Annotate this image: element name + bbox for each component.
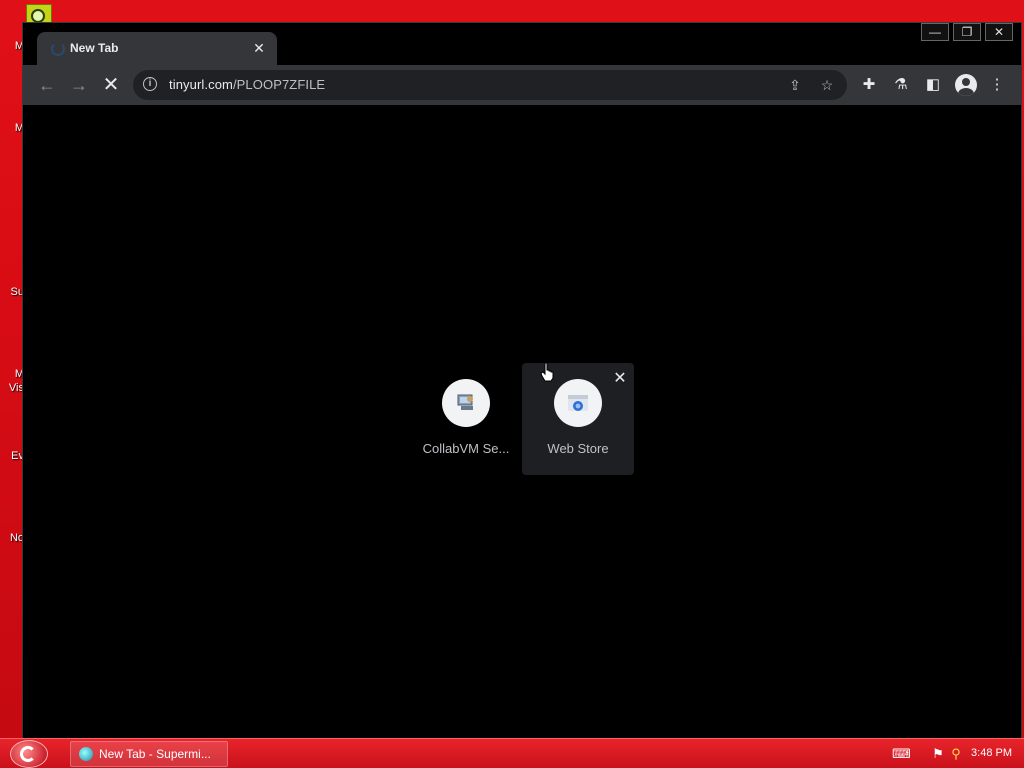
new-tab-page: CollabVM Se... Web Store ✕ — [23, 105, 1021, 739]
url-path: /PLOOP7ZFILE — [232, 77, 326, 92]
hand-cursor-icon — [540, 362, 554, 382]
collabvm-icon — [442, 379, 490, 427]
back-button[interactable]: ← — [35, 73, 59, 97]
shortcut-label: CollabVM Se... — [422, 441, 510, 456]
bookmark-star-icon[interactable]: ☆ — [817, 75, 837, 95]
clock[interactable]: 3:48 PM — [971, 747, 1012, 759]
keyboard-icon[interactable]: ⌨ — [892, 746, 911, 762]
forward-button[interactable]: → — [67, 73, 91, 97]
stop-loading-button[interactable]: ✕ — [99, 73, 123, 97]
menu-kebab-icon[interactable]: ⋮ — [986, 74, 1008, 96]
desktop-icon-label[interactable]: M — [0, 122, 24, 134]
minimize-button[interactable]: — — [921, 23, 949, 41]
search-icon[interactable]: ⚲ — [948, 746, 964, 762]
browser-window: New Tab ✕ — ❐ ✕ ← → ✕ i tinyurl.com/PLOO… — [22, 22, 1022, 740]
network-icon[interactable]: ⚑ — [930, 746, 946, 762]
extensions-puzzle-icon[interactable]: ✚ — [858, 74, 880, 96]
tab-close-button[interactable]: ✕ — [249, 38, 269, 58]
close-window-button[interactable]: ✕ — [985, 23, 1013, 41]
share-icon[interactable]: ⇪ — [785, 75, 805, 95]
site-info-icon[interactable]: i — [143, 77, 157, 91]
shortcut-tile-web-store[interactable]: Web Store ✕ — [522, 363, 634, 475]
desktop-icon-label[interactable]: M — [0, 368, 24, 380]
tab-new-tab[interactable]: New Tab ✕ — [37, 32, 277, 65]
desktop-icon-label[interactable]: Su — [0, 286, 24, 298]
maximize-button[interactable]: ❐ — [953, 23, 981, 41]
remove-shortcut-close-icon[interactable]: ✕ — [610, 369, 630, 389]
desktop-icon-label[interactable]: Ev — [0, 450, 24, 462]
web-store-icon — [554, 379, 602, 427]
shortcut-label: Web Store — [547, 441, 609, 456]
labs-flask-icon[interactable]: ⚗ — [890, 74, 912, 96]
desktop-icon-label[interactable]: Vis — [0, 382, 24, 394]
side-panel-icon[interactable]: ◧ — [922, 74, 944, 96]
taskbar-item-label: New Tab - Supermi... — [99, 747, 211, 761]
browser-globe-icon — [79, 747, 93, 761]
title-bar: New Tab ✕ — ❐ ✕ — [23, 23, 1021, 65]
window-controls: — ❐ ✕ — [921, 23, 1013, 41]
loading-spinner-icon — [51, 42, 65, 56]
browser-toolbar: ← → ✕ i tinyurl.com/PLOOP7ZFILE ⇪ ☆ ✚ ⚗ … — [23, 65, 1021, 105]
profile-avatar-icon[interactable] — [955, 74, 977, 96]
taskbar-item-browser[interactable]: New Tab - Supermi... — [70, 741, 228, 767]
taskbar: New Tab - Supermi... ⌨ ⚑ ⚲ 3:48 PM — [0, 738, 1024, 768]
address-bar[interactable]: i tinyurl.com/PLOOP7ZFILE ⇪ ☆ — [133, 70, 847, 100]
start-button[interactable] — [10, 740, 48, 768]
url-text[interactable]: tinyurl.com/PLOOP7ZFILE — [169, 77, 325, 92]
tab-title: New Tab — [70, 41, 119, 55]
desktop-icon-label[interactable]: M — [0, 40, 24, 52]
shortcut-tile-collabvm[interactable]: CollabVM Se... — [410, 363, 522, 475]
url-host: tinyurl.com — [169, 77, 233, 92]
desktop-icon-label[interactable]: No — [0, 532, 24, 544]
